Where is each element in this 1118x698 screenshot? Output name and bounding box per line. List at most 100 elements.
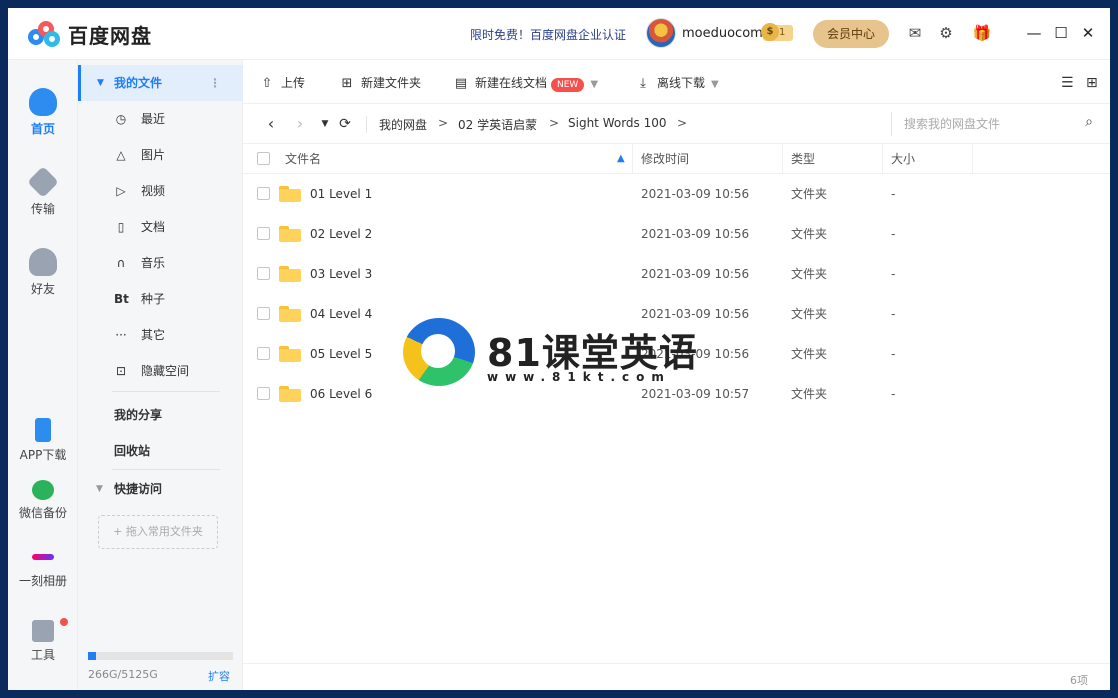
- avatar[interactable]: [646, 18, 676, 48]
- file-type: 文件夹: [791, 267, 828, 281]
- rail-label-wechat-backup: 微信备份: [18, 506, 67, 520]
- history-dropdown-icon[interactable]: ▼: [316, 114, 334, 134]
- search-box: ⌕: [891, 112, 1101, 136]
- chevron-down-icon[interactable]: ▼: [590, 79, 598, 90]
- gear-icon[interactable]: ⚙: [935, 22, 957, 44]
- download-icon: ⤓: [640, 76, 646, 91]
- file-type: 文件夹: [791, 307, 828, 321]
- row-checkbox[interactable]: [257, 347, 270, 360]
- rail-item-app-download[interactable]: APP下载: [8, 418, 78, 463]
- file-name[interactable]: 03 Level 3: [310, 254, 372, 294]
- row-checkbox[interactable]: [257, 307, 270, 320]
- forward-icon[interactable]: ›: [291, 114, 309, 134]
- expand-storage-link[interactable]: 扩容: [208, 668, 230, 684]
- table-row[interactable]: 02 Level 2 2021-03-09 10:56 文件夹 -: [243, 214, 1110, 254]
- item-count: 6项: [1070, 674, 1088, 687]
- sidebar-item-label: 音乐: [141, 256, 166, 270]
- sidebar-item-videos[interactable]: ▷ 视频: [78, 173, 243, 209]
- rail-item-friends[interactable]: 好友: [8, 248, 78, 297]
- rail-item-tools[interactable]: 工具: [8, 618, 78, 663]
- promo-link[interactable]: 限时免费！百度网盘企业认证: [470, 26, 626, 43]
- caret-down-icon: ▼: [97, 78, 104, 88]
- table-row[interactable]: 01 Level 1 2021-03-09 10:56 文件夹 -: [243, 174, 1110, 214]
- sidebar-item-other[interactable]: ··· 其它: [78, 317, 243, 353]
- mail-icon[interactable]: ✉: [904, 22, 926, 44]
- rail-item-album[interactable]: 一刻相册: [8, 546, 78, 589]
- sidebar-item-documents[interactable]: ▯ 文档: [78, 209, 243, 245]
- new-folder-label: 新建文件夹: [361, 76, 422, 90]
- column-header-modified[interactable]: 修改时间: [641, 144, 689, 174]
- table-row[interactable]: 03 Level 3 2021-03-09 10:56 文件夹 -: [243, 254, 1110, 294]
- rail-item-transfer[interactable]: 传输: [8, 166, 78, 217]
- file-name[interactable]: 04 Level 4: [310, 294, 372, 334]
- sidebar-item-my-files[interactable]: ▼ 我的文件 ⋮: [78, 65, 243, 101]
- row-checkbox[interactable]: [257, 267, 270, 280]
- grid-view-icon[interactable]: ⊞: [1086, 73, 1098, 93]
- minimize-button[interactable]: —: [1024, 22, 1044, 44]
- sort-ascending-icon[interactable]: ▲: [617, 144, 625, 174]
- new-online-doc-button[interactable]: ▤ 新建在线文档 NEW ▼: [453, 73, 598, 93]
- gift-icon[interactable]: 🎁: [971, 22, 993, 44]
- sidebar-item-label: 我的分享: [114, 408, 163, 422]
- more-vertical-icon[interactable]: ⋮: [209, 65, 221, 101]
- file-name[interactable]: 02 Level 2: [310, 214, 372, 254]
- breadcrumb-folder[interactable]: 02 学英语启蒙: [458, 116, 537, 133]
- chevron-down-icon[interactable]: ▼: [711, 79, 719, 90]
- upload-button[interactable]: ⇧ 上传: [259, 73, 305, 93]
- rail-item-home[interactable]: 首页: [8, 88, 78, 137]
- sidebar: ▼ 我的文件 ⋮ ◷ 最近 △ 图片 ▷ 视频 ▯ 文档 ∩ 音乐 Bt 种子: [78, 60, 243, 690]
- sidebar-item-torrents[interactable]: Bt 种子: [78, 281, 243, 317]
- breadcrumb-root[interactable]: 我的网盘: [366, 116, 427, 133]
- row-checkbox[interactable]: [257, 387, 270, 400]
- breadcrumb-separator: >: [438, 116, 449, 130]
- file-name[interactable]: 01 Level 1: [310, 174, 372, 214]
- row-checkbox[interactable]: [257, 187, 270, 200]
- back-icon[interactable]: ‹: [262, 114, 280, 134]
- maximize-button[interactable]: ☐: [1051, 22, 1071, 44]
- sidebar-item-label: 图片: [141, 148, 166, 162]
- row-checkbox[interactable]: [257, 227, 270, 240]
- watermark-logo-icon: [403, 318, 475, 386]
- sidebar-item-label: 我的文件: [114, 76, 163, 90]
- file-size: -: [891, 267, 896, 281]
- search-icon[interactable]: ⌕: [1085, 114, 1093, 130]
- search-input[interactable]: [892, 112, 1062, 136]
- vip-badge[interactable]: 1: [760, 23, 794, 41]
- rail-label-transfer: 传输: [30, 202, 55, 216]
- select-all-checkbox[interactable]: [257, 152, 270, 165]
- sidebar-item-hidden-space[interactable]: ⊡ 隐藏空间: [78, 353, 243, 389]
- column-header-type[interactable]: 类型: [791, 144, 815, 174]
- main-panel: ⇧ 上传 ⊞ 新建文件夹 ▤ 新建在线文档 NEW ▼ ⤓ 离线下载 ▼ ☰ ⊞ ‹ › ▼ …: [243, 60, 1110, 690]
- image-icon: △: [116, 148, 126, 162]
- sidebar-item-images[interactable]: △ 图片: [78, 137, 243, 173]
- offline-download-button[interactable]: ⤓ 离线下载 ▼: [635, 73, 719, 93]
- sidebar-item-music[interactable]: ∩ 音乐: [78, 245, 243, 281]
- play-icon: ▷: [116, 184, 126, 198]
- column-header-name[interactable]: 文件名: [285, 144, 321, 174]
- upload-icon: ⇧: [261, 76, 273, 91]
- new-folder-button[interactable]: ⊞ 新建文件夹: [339, 73, 421, 93]
- close-button[interactable]: ✕: [1078, 22, 1098, 44]
- member-center-button[interactable]: 会员中心: [813, 20, 889, 48]
- breadcrumb-current[interactable]: Sight Words 100: [568, 116, 667, 130]
- baidu-netdisk-logo-icon: [28, 20, 62, 49]
- column-header-size[interactable]: 大小: [891, 144, 915, 174]
- sidebar-item-label: 视频: [141, 184, 166, 198]
- sidebar-item-my-share[interactable]: 我的分享: [78, 397, 243, 433]
- rail-item-wechat-backup[interactable]: 微信备份: [8, 480, 78, 521]
- column-divider: [782, 144, 783, 174]
- refresh-icon[interactable]: ⟳: [336, 114, 354, 134]
- modified-time: 2021-03-09 10:56: [641, 267, 750, 281]
- sidebar-item-recent[interactable]: ◷ 最近: [78, 101, 243, 137]
- app-logo[interactable]: 百度网盘: [28, 20, 152, 49]
- file-name[interactable]: 06 Level 6: [310, 374, 372, 414]
- username[interactable]: moeduocom: [682, 26, 763, 41]
- sort-icon[interactable]: ☰: [1061, 73, 1074, 93]
- file-name[interactable]: 05 Level 5: [310, 334, 372, 374]
- rail-label-home: 首页: [30, 122, 55, 136]
- quick-access-dropzone[interactable]: + 拖入常用文件夹: [98, 515, 218, 549]
- file-type: 文件夹: [791, 187, 828, 201]
- sidebar-item-recycle-bin[interactable]: 回收站: [78, 433, 243, 469]
- sidebar-item-quick-access[interactable]: ▼ 快捷访问: [78, 471, 243, 507]
- sidebar-item-label: 文档: [141, 220, 166, 234]
